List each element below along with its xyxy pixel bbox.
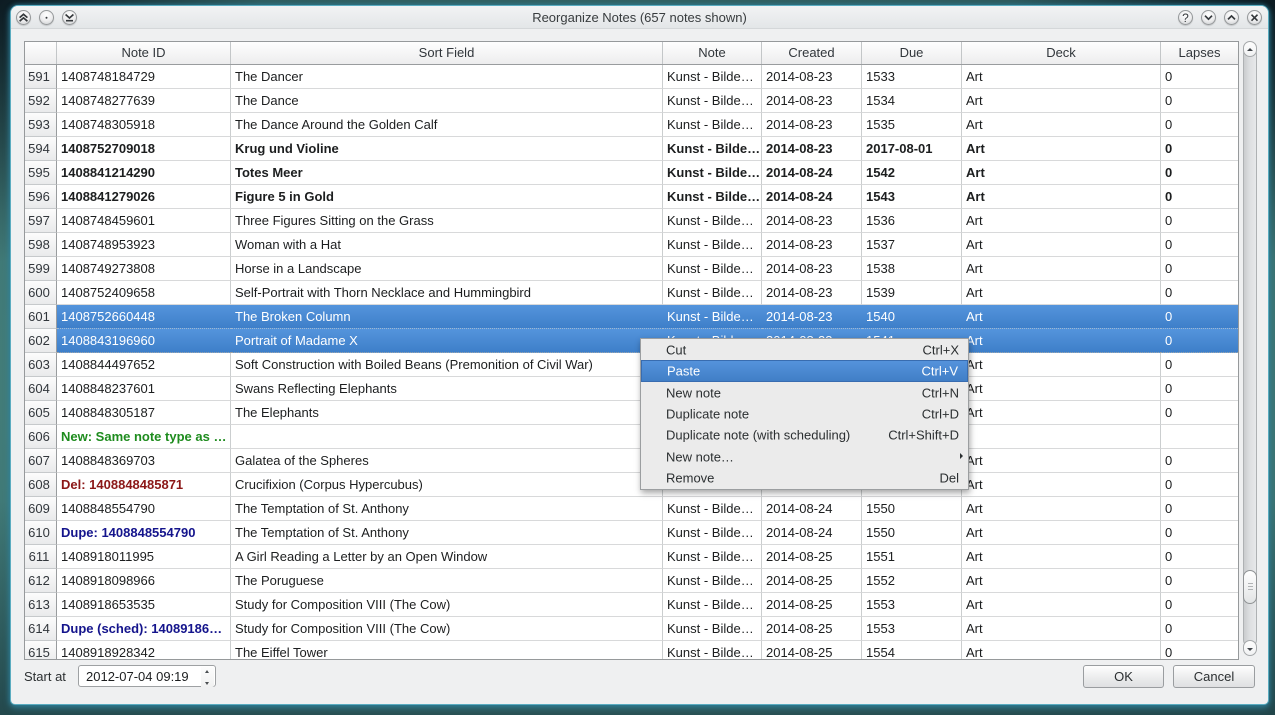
svg-text:?: ? — [1182, 11, 1189, 25]
